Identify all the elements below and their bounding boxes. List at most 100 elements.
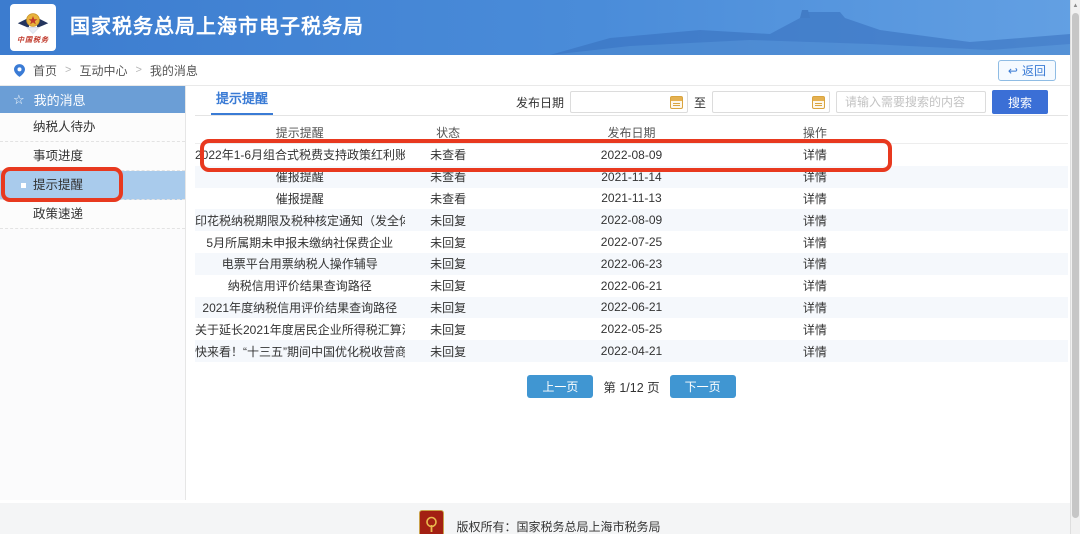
message-title[interactable]: 催报提醒: [195, 190, 405, 207]
message-status: 未回复: [430, 257, 467, 272]
page-info: 第 1/12 页: [603, 380, 660, 395]
table-row[interactable]: 催报提醒 未查看 2021-11-13 详情: [195, 188, 1068, 210]
table-row[interactable]: 电票平台用票纳税人操作辅导 未回复 2022-06-23 详情: [195, 252, 1068, 275]
back-button-label: 返回: [1021, 64, 1046, 78]
detail-link[interactable]: 详情: [771, 277, 858, 294]
date-from-input[interactable]: [569, 91, 688, 113]
star-icon: ☆: [13, 91, 25, 107]
filter-bar: 发布日期 至 搜索: [516, 89, 1048, 115]
date-to-input[interactable]: [711, 91, 830, 113]
sidebar-item-policy[interactable]: 政策速递: [0, 200, 185, 229]
message-status: 未查看: [430, 148, 467, 163]
vertical-scrollbar[interactable]: ▲: [1070, 0, 1080, 534]
tab-bar: 提示提醒 发布日期 至 搜索: [195, 86, 1068, 116]
back-arrow-icon: ↩: [1007, 63, 1018, 78]
footer-tax-emblem-icon: [419, 510, 445, 534]
calendar-icon[interactable]: [669, 96, 683, 109]
breadcrumb-home[interactable]: 首页: [33, 62, 57, 79]
table-row[interactable]: 印花税纳税期限及税种核定通知（发全体纳... 未回复 2022-08-09 详情: [195, 209, 1068, 232]
great-wall-illustration: [550, 10, 1070, 55]
detail-link[interactable]: 详情: [771, 168, 858, 185]
breadcrumb: 首页 > 互动中心 > 我的消息 ↩ 返回: [0, 55, 1080, 86]
table-row[interactable]: 关于延长2021年度居民企业所得税汇算清缴... 未回复 2022-05-25 …: [195, 318, 1068, 340]
prev-page-button[interactable]: 上一页: [527, 374, 594, 398]
message-title[interactable]: 5月所属期未申报未缴纳社保费企业: [195, 234, 405, 251]
message-status: 未查看: [430, 191, 467, 206]
sidebar-item-taxpayer-todo[interactable]: 纳税人待办: [0, 113, 185, 142]
message-title[interactable]: 快来看！“十三五”期间中国优化税收营商...: [195, 343, 405, 360]
message-status: 未回复: [430, 300, 467, 315]
breadcrumb-my-messages[interactable]: 我的消息: [150, 62, 198, 79]
app-window: 中国税务 国家税务总局上海市电子税务局 首页 > 互动中心 > 我的消息 ↩ 返…: [0, 0, 1080, 534]
message-title[interactable]: 电票平台用票纳税人操作辅导: [195, 255, 405, 272]
footer-text: 版权所有：国家税务总局上海市税务局 服务电话：021-12366: [456, 507, 660, 534]
pagination: 上一页 第 1/12 页 下一页: [195, 374, 1068, 398]
message-title[interactable]: 关于延长2021年度居民企业所得税汇算清缴...: [195, 321, 405, 338]
sidebar: ☆ 我的消息 纳税人待办 事项进度 提示提醒 政策速递: [0, 86, 186, 500]
message-date: 2022-05-25: [600, 322, 663, 337]
detail-link[interactable]: 详情: [771, 321, 858, 338]
message-status: 未回复: [430, 344, 467, 359]
detail-link[interactable]: 详情: [771, 234, 858, 251]
sidebar-title: 我的消息: [33, 93, 86, 108]
copyright-line: 版权所有：国家税务总局上海市税务局: [456, 520, 661, 534]
message-date: 2022-07-25: [600, 235, 663, 250]
search-input[interactable]: [835, 91, 986, 113]
table-row[interactable]: 快来看！“十三五”期间中国优化税收营商... 未回复 2022-04-21 详情: [195, 340, 1068, 362]
column-header: 发布日期: [607, 126, 656, 140]
app-header: 中国税务 国家税务总局上海市电子税务局: [0, 0, 1080, 55]
message-status: 未回复: [430, 279, 467, 294]
search-button[interactable]: 搜索: [991, 90, 1048, 114]
table-row[interactable]: 纳税信用评价结果查询路径 未回复 2022-06-21 详情: [195, 275, 1068, 297]
message-date: 2022-08-09: [600, 147, 663, 162]
tax-bureau-logo: 中国税务: [10, 4, 56, 51]
sidebar-item-progress[interactable]: 事项进度: [0, 142, 185, 171]
message-title[interactable]: 2022年1-6月组合式税费支持政策红利账单: [195, 146, 405, 163]
detail-link[interactable]: 详情: [771, 343, 858, 360]
table-row[interactable]: 2021年度纳税信用评价结果查询路径 未回复 2022-06-21 详情: [195, 296, 1068, 319]
message-title[interactable]: 催报提醒: [195, 168, 405, 185]
sidebar-items: 纳税人待办 事项进度 提示提醒 政策速递: [0, 113, 185, 229]
breadcrumb-separator: >: [65, 64, 72, 76]
message-date: 2022-08-09: [600, 213, 663, 228]
message-date: 2022-06-23: [600, 256, 663, 271]
message-title[interactable]: 印花税纳税期限及税种核定通知（发全体纳...: [195, 212, 405, 229]
calendar-icon[interactable]: [811, 96, 825, 109]
sidebar-item-reminders[interactable]: 提示提醒: [0, 171, 185, 200]
back-button[interactable]: ↩ 返回: [997, 60, 1056, 81]
page-title: 国家税务总局上海市电子税务局: [70, 16, 364, 38]
message-date: 2021-11-14: [601, 169, 662, 184]
breadcrumb-interaction-center[interactable]: 互动中心: [79, 62, 127, 79]
next-page-button[interactable]: 下一页: [669, 374, 736, 398]
date-to-label: 至: [693, 95, 706, 110]
detail-link[interactable]: 详情: [771, 190, 858, 207]
table-header: 提示提醒 状态 发布日期 操作: [195, 122, 1068, 144]
detail-link[interactable]: 详情: [771, 212, 858, 229]
message-title[interactable]: 2021年度纳税信用评价结果查询路径: [195, 299, 405, 316]
column-header: 提示提醒: [275, 126, 324, 140]
table-row[interactable]: 5月所属期未申报未缴纳社保费企业 未回复 2022-07-25 详情: [195, 231, 1068, 253]
message-status: 未回复: [430, 213, 467, 228]
detail-link[interactable]: 详情: [771, 146, 858, 163]
message-status: 未回复: [430, 322, 467, 337]
page-footer: 版权所有：国家税务总局上海市税务局 服务电话：021-12366: [0, 503, 1080, 534]
message-title[interactable]: 纳税信用评价结果查询路径: [195, 277, 405, 294]
date-filter-label: 发布日期: [515, 95, 564, 110]
message-date: 2022-04-21: [600, 344, 663, 359]
column-header: 状态: [436, 126, 461, 140]
table-row[interactable]: 2022年1-6月组合式税费支持政策红利账单 未查看 2022-08-09 详情: [195, 144, 1068, 166]
logo-caption: 中国税务: [17, 36, 49, 44]
message-status: 未查看: [430, 170, 467, 185]
sidebar-header: ☆ 我的消息: [0, 86, 185, 113]
scrollbar-thumb[interactable]: [1072, 13, 1079, 518]
message-status: 未回复: [430, 235, 467, 250]
scroll-up-arrow-icon[interactable]: ▲: [1071, 0, 1080, 12]
national-emblem-icon: [17, 12, 49, 34]
table-row[interactable]: 催报提醒 未查看 2021-11-14 详情: [195, 165, 1068, 188]
detail-link[interactable]: 详情: [771, 255, 858, 272]
detail-link[interactable]: 详情: [771, 299, 858, 316]
table-rows: 2022年1-6月组合式税费支持政策红利账单 未查看 2022-08-09 详情…: [195, 144, 1068, 362]
tab-reminders[interactable]: 提示提醒: [211, 86, 274, 115]
message-date: 2022-06-21: [600, 278, 663, 293]
breadcrumb-separator: >: [135, 64, 142, 76]
